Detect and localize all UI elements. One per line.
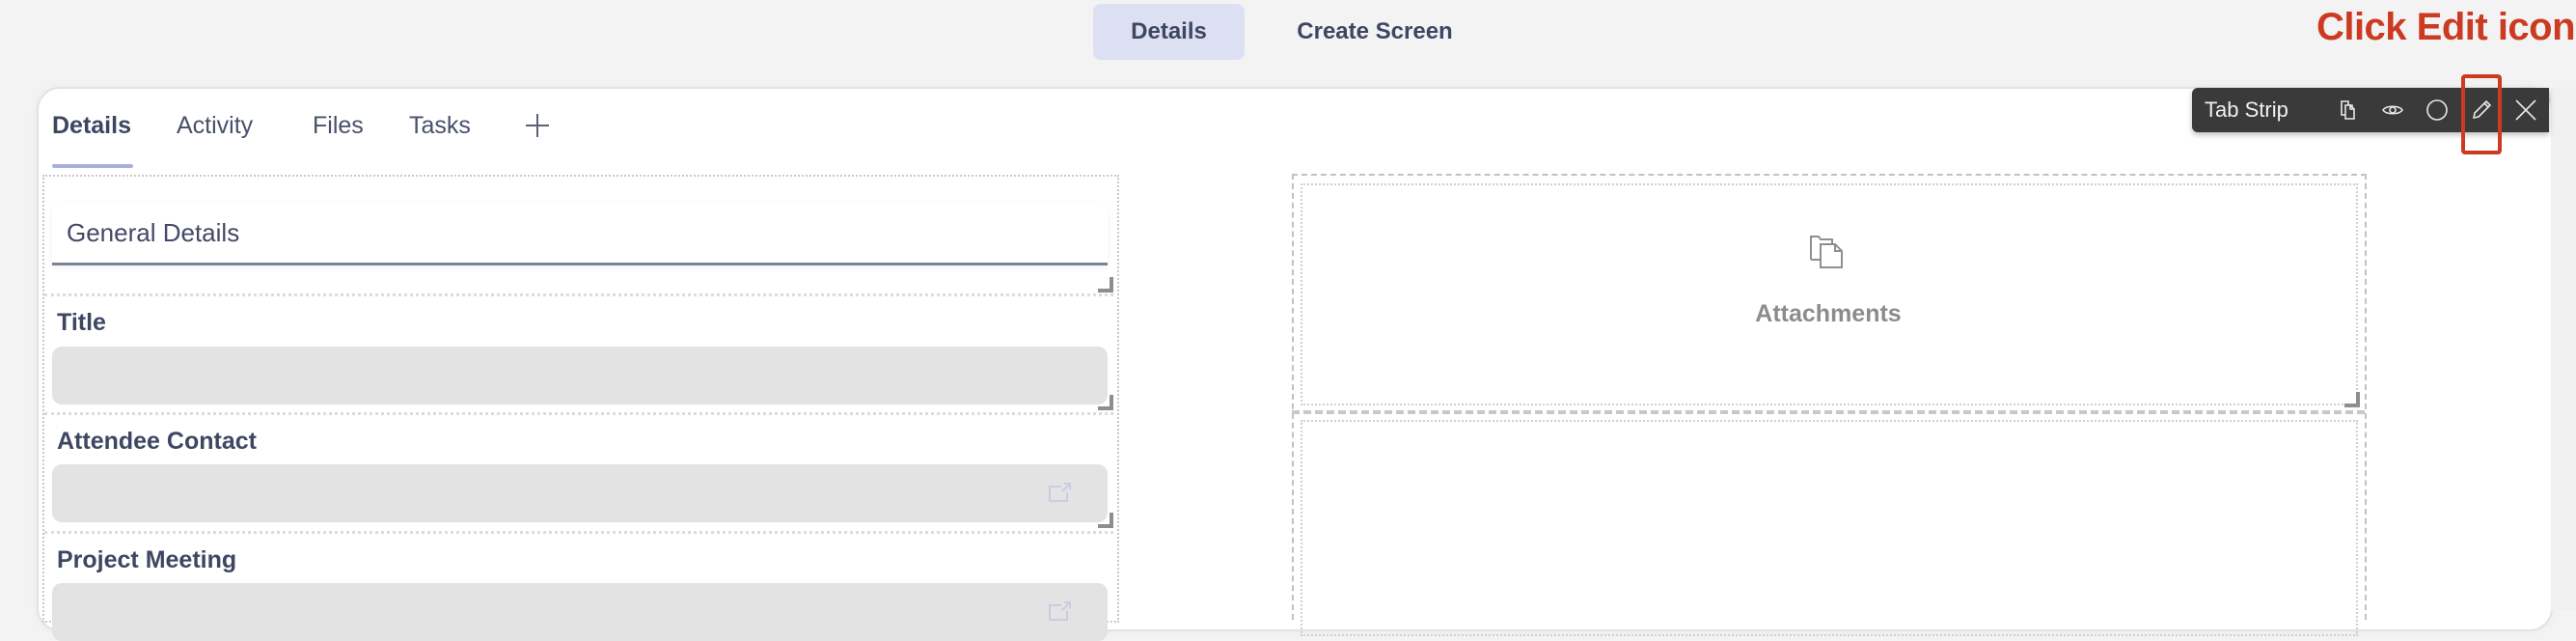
attachments-icon bbox=[1809, 235, 1846, 269]
attachments-label: Attachments bbox=[1755, 300, 1902, 327]
project-meeting-input[interactable] bbox=[52, 583, 1108, 641]
instruction-annotation: Click Edit icon bbox=[2316, 6, 2576, 48]
external-link-icon[interactable] bbox=[1048, 482, 1073, 503]
section-title: General Details bbox=[67, 218, 240, 247]
eye-icon[interactable] bbox=[2381, 98, 2404, 122]
resize-handle[interactable] bbox=[2344, 392, 2360, 407]
top-tab-create-screen[interactable]: Create Screen bbox=[1274, 4, 1476, 60]
tab-tasks[interactable]: Tasks bbox=[409, 112, 471, 140]
attendee-contact-input[interactable] bbox=[52, 464, 1108, 522]
resize-handle[interactable] bbox=[1098, 513, 1113, 528]
row-divider bbox=[44, 293, 1113, 296]
field-label-project-meeting: Project Meeting bbox=[57, 546, 237, 573]
scrollbar-track[interactable] bbox=[2551, 87, 2576, 610]
copy-icon[interactable] bbox=[2337, 98, 2360, 122]
annotation-highlight-box bbox=[2461, 74, 2502, 154]
circle-icon[interactable] bbox=[2425, 98, 2449, 122]
row-divider bbox=[1292, 410, 2365, 414]
title-input[interactable] bbox=[52, 347, 1108, 404]
top-tab-details[interactable]: Details bbox=[1093, 4, 1245, 60]
active-tab-indicator bbox=[52, 164, 133, 168]
add-tab-icon[interactable] bbox=[524, 112, 551, 139]
resize-handle[interactable] bbox=[1098, 395, 1113, 410]
tab-activity[interactable]: Activity bbox=[177, 112, 253, 140]
close-icon[interactable] bbox=[2514, 98, 2537, 122]
tab-details[interactable]: Details bbox=[52, 112, 131, 140]
row-divider bbox=[44, 412, 1113, 415]
field-label-attendee-contact: Attendee Contact bbox=[57, 428, 257, 455]
resize-handle[interactable] bbox=[1098, 277, 1113, 293]
section-header-general-details: General Details bbox=[52, 203, 1108, 265]
empty-widget-slot[interactable] bbox=[1301, 420, 2358, 636]
tab-files[interactable]: Files bbox=[313, 112, 364, 140]
field-label-title: Title bbox=[57, 309, 106, 336]
row-divider bbox=[44, 531, 1113, 534]
attachments-widget[interactable] bbox=[1301, 183, 2358, 405]
external-link-icon[interactable] bbox=[1048, 600, 1073, 622]
toolbar-title: Tab Strip bbox=[2205, 98, 2288, 122]
